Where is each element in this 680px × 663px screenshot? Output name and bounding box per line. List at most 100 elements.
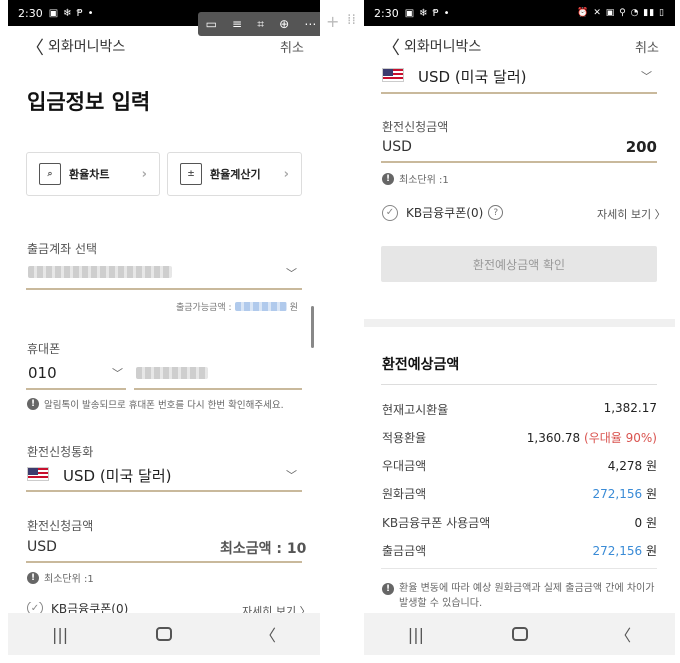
amount-label: 환전신청금액 [27, 519, 94, 533]
scrollbar[interactable] [311, 306, 314, 348]
chevron-down-icon[interactable]: ﹀ [112, 365, 123, 381]
row-label-coupon-amount: KB금융쿠폰 사용금액 [382, 516, 491, 530]
right-screen: 2:30 ▣ ❄ Ᵽ • ⏰ ✕ ▣ ⚲ ◔ ▮▮ ▯ 〈 외화머니박스 취소 … [364, 0, 675, 663]
navigation-bar: ||| 〈 [364, 613, 675, 655]
drag-handle-icon[interactable]: ⁞⁞ [347, 12, 356, 28]
preferential-rate: (우대율 90%) [584, 431, 657, 445]
phone-notice-text: 알림톡이 발송되므로 휴대폰 번호를 다시 한번 확인해주세요. [44, 400, 284, 411]
cancel-button[interactable]: 취소 [635, 37, 659, 56]
amount-underline [26, 561, 302, 563]
recent-apps-icon[interactable]: ||| [52, 625, 68, 644]
row-value-withdrawal-amount: 272,156 원 [557, 542, 658, 559]
row-label-krw-amount: 원화금액 [382, 487, 427, 501]
amount-input[interactable]: 200 [619, 138, 657, 156]
coupon-detail-link[interactable]: 자세히 보기 〉 [597, 206, 666, 222]
screenshot-toolbar: ▭ ≡ ⌗ ⊕ ⋯ [198, 12, 320, 36]
rate-calculator-button[interactable]: ± 환율계산기 › [167, 152, 302, 196]
row-value-coupon-amount: 0 원 [634, 516, 658, 530]
available-label: 출금가능금액 : [176, 303, 232, 313]
snowflake-icon: ❄ [419, 7, 428, 19]
crop-icon[interactable]: ⌗ [257, 17, 264, 32]
row-label-current-rate: 현재고시환율 [382, 403, 449, 417]
plus-icon: + [326, 12, 340, 31]
info-icon: ! [382, 172, 394, 185]
phone-number-underline [134, 388, 302, 390]
text-icon[interactable]: ≡ [232, 17, 242, 31]
row-value-applied-rate: 1,360.78 (우대율 90%) [497, 429, 657, 446]
rate-calc-label: 환율계산기 [210, 168, 261, 181]
navigation-bar: ||| 〈 [8, 613, 320, 655]
applied-rate-value: 1,360.78 [526, 431, 581, 445]
phone-prefix-underline [26, 388, 126, 390]
back-icon[interactable]: 〈 [26, 34, 44, 60]
account-underline [26, 288, 302, 290]
masked-phone-number [136, 367, 208, 379]
amount-currency: USD [27, 539, 57, 555]
rate-chart-button[interactable]: ⌕ 환율차트 › [26, 152, 160, 196]
recent-apps-icon[interactable]: ||| [408, 625, 424, 644]
notice-divider [381, 568, 657, 569]
header-title: 외화머니박스 [404, 39, 482, 55]
p-icon: Ᵽ [76, 7, 83, 19]
amount-label: 환전신청금액 [382, 120, 449, 134]
chevron-down-icon[interactable]: ﹀ [286, 467, 297, 483]
system-status-icons: ⏰ ✕ ▣ ⚲ ◔ ▮▮ ▯ [577, 8, 665, 18]
masked-account-number [28, 266, 172, 278]
left-screen: 2:30 ▣ ❄ Ᵽ • ▭ ≡ ⌗ ⊕ ⋯ 〈 외화머니박스 취소 입금정보 … [8, 0, 320, 663]
amount-input[interactable]: 최소금액 : 10 [220, 538, 306, 558]
currency-value[interactable]: USD (미국 달러) [418, 66, 527, 87]
withdrawal-amount-value: 272,156 [592, 544, 643, 558]
unit-note-text: 최소단위 :1 [44, 574, 94, 585]
row-value-current-rate: 1,382.17 [603, 401, 657, 415]
status-bar: 2:30 ▣ ❄ Ᵽ • ⏰ ✕ ▣ ⚲ ◔ ▮▮ ▯ [364, 0, 675, 26]
row-label-preferential-amount: 우대금액 [382, 459, 427, 473]
coupon-row[interactable]: ✓ KB금융쿠폰(0) ? [382, 204, 504, 221]
confirm-estimate-button[interactable]: 환전예상금액 확인 [381, 246, 657, 282]
currency-label: 환전신청통화 [27, 445, 94, 459]
section-divider [364, 319, 675, 327]
gallery-icon: ▣ [404, 7, 415, 19]
unit-note-text: 최소단위 :1 [399, 175, 449, 186]
withdrawal-amount-unit: 원 [645, 544, 657, 558]
p-icon: Ᵽ [432, 7, 439, 19]
header-title: 외화머니박스 [48, 39, 126, 55]
row-label-applied-rate: 적용환율 [382, 431, 427, 445]
estimate-divider [381, 384, 657, 385]
chevron-down-icon[interactable]: ﹀ [286, 265, 297, 281]
currency-value[interactable]: USD (미국 달러) [63, 465, 172, 486]
status-time: 2:30 [374, 6, 399, 20]
home-icon[interactable] [156, 627, 173, 641]
us-flag-icon [382, 68, 404, 82]
currency-underline [26, 490, 302, 492]
estimate-notice: ! 환율 변동에 따라 예상 원화금액과 실제 출금금액 간에 차이가 발생할 … [382, 581, 658, 611]
us-flag-icon [27, 467, 49, 481]
back-nav-icon[interactable]: 〈 [615, 622, 631, 646]
page-title: 입금정보 입력 [27, 90, 151, 114]
calculator-icon: ± [180, 163, 202, 185]
amount-underline [381, 161, 657, 163]
back-icon[interactable]: 〈 [382, 34, 400, 60]
help-icon[interactable]: ? [488, 205, 504, 220]
chevron-right-icon: › [283, 166, 289, 182]
krw-amount-value: 272,156 [592, 487, 643, 501]
back-nav-icon[interactable]: 〈 [260, 622, 276, 646]
cancel-button[interactable]: 취소 [280, 37, 304, 56]
comment-icon[interactable]: ▭ [206, 17, 217, 31]
download-icon[interactable]: ⊕ [279, 17, 289, 31]
phone-prefix[interactable]: 010 [28, 364, 57, 382]
info-icon: ! [27, 398, 39, 410]
row-label-withdrawal-amount: 출금금액 [382, 544, 427, 558]
home-icon[interactable] [511, 627, 528, 641]
available-amount: 출금가능금액 : 원 [176, 300, 298, 313]
gallery-icon: ▣ [48, 7, 59, 19]
chevron-right-icon: › [141, 166, 147, 182]
more-icon[interactable]: ⋯ [304, 17, 316, 31]
snowflake-icon: ❄ [63, 7, 72, 19]
phone-label: 휴대폰 [27, 342, 61, 356]
krw-amount-unit: 원 [645, 487, 657, 501]
unit-note: ! 최소단위 :1 [27, 570, 94, 585]
check-circle-icon[interactable]: ✓ [382, 204, 398, 221]
coupon-detail-link[interactable]: 자세히 보기 〉 [242, 603, 311, 613]
estimate-title: 환전예상금액 [382, 357, 460, 373]
chevron-down-icon[interactable]: ﹀ [641, 68, 652, 84]
